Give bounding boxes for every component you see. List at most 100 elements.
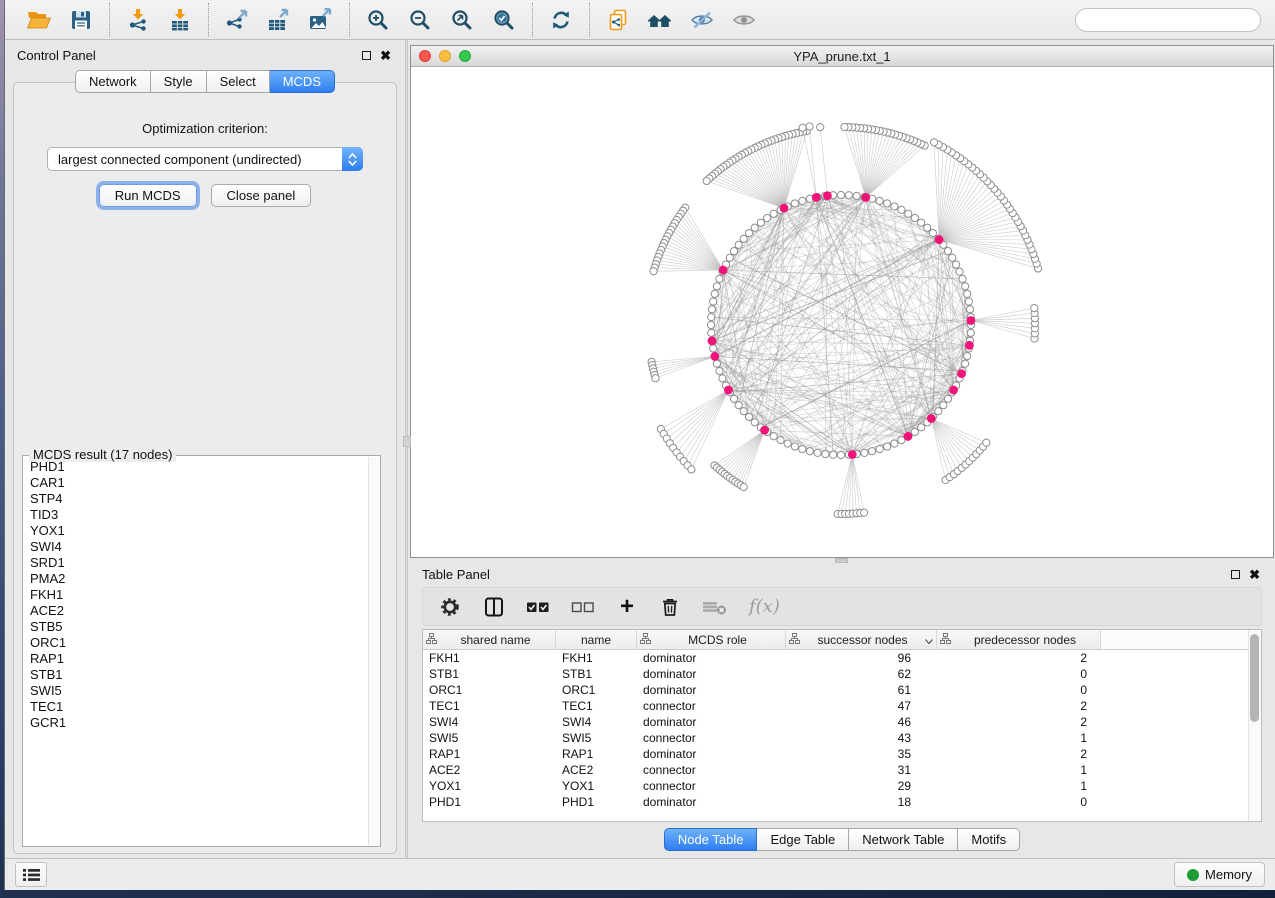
table-cell[interactable]: connector [637,698,786,714]
table-row[interactable]: ORC1ORC1dominator610 [423,682,1261,698]
mcds-result-list[interactable]: PHD1CAR1STP4TID3YOX1SWI4SRD1PMA2FKH1ACE2… [24,459,367,845]
tab-edge-table[interactable]: Edge Table [757,828,849,851]
export-table-icon[interactable] [264,5,294,35]
tab-network[interactable]: Network [75,70,151,93]
export-image-icon[interactable] [306,5,336,35]
import-table-icon[interactable] [165,5,195,35]
table-cell[interactable]: TEC1 [556,698,637,714]
function-builder-icon[interactable]: f(x) [749,595,780,619]
table-cell[interactable]: TEC1 [423,698,556,714]
result-list-item[interactable]: STB1 [24,667,367,683]
result-list-item[interactable]: TEC1 [24,699,367,715]
table-cell[interactable]: FKH1 [423,650,556,666]
splitter-grip[interactable] [835,558,848,563]
close-panel-icon[interactable]: ✖ [1249,570,1260,580]
run-mcds-button[interactable]: Run MCDS [99,184,197,207]
show-all-icon[interactable] [729,5,759,35]
column-header-successor-nodes[interactable]: successor nodes [786,630,937,649]
table-cell[interactable]: ORC1 [556,682,637,698]
column-header-MCDS-role[interactable]: MCDS role [637,630,786,649]
table-row[interactable]: TEC1TEC1connector472 [423,698,1261,714]
table-cell[interactable]: FKH1 [556,650,637,666]
result-list-item[interactable]: SWI4 [24,539,367,555]
zoom-fit-icon[interactable] [447,5,477,35]
window-close-icon[interactable] [419,50,431,62]
tab-style[interactable]: Style [151,70,207,93]
vertical-splitter[interactable] [405,40,408,858]
delete-table-icon[interactable] [702,595,728,619]
table-row[interactable]: RAP1RAP1dominator352 [423,746,1261,762]
table-cell[interactable]: 2 [937,714,1101,730]
settings-gear-icon[interactable] [438,595,462,619]
table-cell[interactable]: 62 [786,666,937,682]
splitter-grip[interactable] [403,436,411,447]
memory-button[interactable]: Memory [1174,862,1265,887]
close-panel-icon[interactable]: ✖ [380,51,391,61]
zoom-in-icon[interactable] [363,5,393,35]
table-cell[interactable]: 31 [786,762,937,778]
table-cell[interactable]: 35 [786,746,937,762]
table-cell[interactable]: dominator [637,714,786,730]
table-scrollbar[interactable] [1248,630,1261,821]
toggle-columns-icon[interactable] [483,595,505,619]
column-header-predecessor-nodes[interactable]: predecessor nodes [937,630,1101,649]
result-list-item[interactable]: TID3 [24,507,367,523]
table-cell[interactable]: SWI5 [423,730,556,746]
panel-list-button[interactable] [15,862,47,887]
table-cell[interactable]: dominator [637,794,786,810]
table-row[interactable]: PHD1PHD1dominator180 [423,794,1261,810]
result-list-item[interactable]: YOX1 [24,523,367,539]
zoom-out-icon[interactable] [405,5,435,35]
result-list-item[interactable]: CAR1 [24,475,367,491]
table-cell[interactable]: 2 [937,650,1101,666]
table-cell[interactable]: PHD1 [423,794,556,810]
result-list-scrollbar[interactable] [368,457,379,845]
float-panel-icon[interactable] [362,51,371,60]
table-cell[interactable]: RAP1 [423,746,556,762]
table-cell[interactable]: ACE2 [556,762,637,778]
result-list-item[interactable]: PMA2 [24,571,367,587]
sort-icon[interactable] [925,633,933,647]
table-cell[interactable]: dominator [637,650,786,666]
table-cell[interactable]: 1 [937,778,1101,794]
table-cell[interactable]: 46 [786,714,937,730]
table-row[interactable]: FKH1FKH1dominator962 [423,650,1261,666]
table-cell[interactable]: 61 [786,682,937,698]
table-cell[interactable]: connector [637,778,786,794]
search-field[interactable] [1075,8,1261,32]
result-list-item[interactable]: ORC1 [24,635,367,651]
result-list-item[interactable]: STB5 [24,619,367,635]
table-row[interactable]: YOX1YOX1connector291 [423,778,1261,794]
column-header-name[interactable]: name [556,630,637,649]
optimization-select[interactable]: largest connected component (undirected) [47,147,363,171]
table-cell[interactable]: 2 [937,698,1101,714]
table-cell[interactable]: PHD1 [556,794,637,810]
table-cell[interactable]: SWI4 [423,714,556,730]
table-cell[interactable]: ACE2 [423,762,556,778]
table-cell[interactable]: SWI4 [556,714,637,730]
close-panel-button[interactable]: Close panel [211,184,312,207]
table-cell[interactable]: 47 [786,698,937,714]
scrollbar-thumb[interactable] [1250,634,1259,722]
table-cell[interactable]: RAP1 [556,746,637,762]
table-cell[interactable]: 0 [937,794,1101,810]
column-header-shared-name[interactable]: shared name [423,630,556,649]
export-network-icon[interactable] [222,5,252,35]
refresh-icon[interactable] [546,5,576,35]
tab-select[interactable]: Select [207,70,270,93]
table-cell[interactable]: 29 [786,778,937,794]
table-cell[interactable]: 1 [937,762,1101,778]
network-canvas[interactable] [411,67,1273,557]
clone-network-icon[interactable] [603,5,633,35]
result-list-item[interactable]: STP4 [24,491,367,507]
window-minimize-icon[interactable] [439,50,451,62]
open-file-icon[interactable] [24,5,54,35]
result-list-item[interactable]: RAP1 [24,651,367,667]
float-panel-icon[interactable] [1231,570,1240,579]
table-cell[interactable]: 0 [937,682,1101,698]
delete-column-icon[interactable] [659,595,681,619]
import-network-icon[interactable] [123,5,153,35]
deselect-all-icon[interactable] [571,595,595,619]
table-cell[interactable]: STB1 [423,666,556,682]
result-list-item[interactable]: GCR1 [24,715,367,731]
